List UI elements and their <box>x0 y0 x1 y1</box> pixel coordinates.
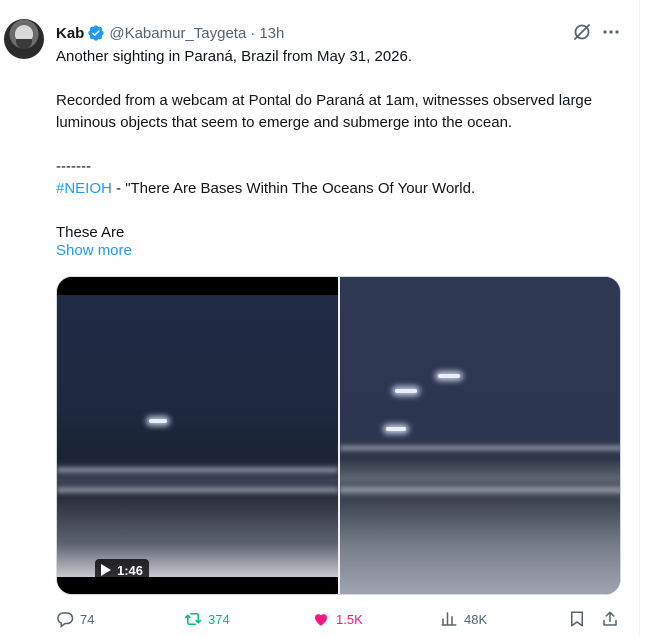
repost-icon <box>184 613 202 625</box>
like-button[interactable]: 1.5K <box>312 608 363 630</box>
post-time[interactable]: 13h <box>259 25 284 42</box>
light-streak <box>395 389 417 393</box>
video-duration-badge[interactable]: 1:46 <box>95 559 150 581</box>
video-frame-left: 1:46 <box>57 277 338 594</box>
like-icon <box>315 614 327 626</box>
wave-line <box>340 445 620 451</box>
post-card[interactable]: Kab @Kabamur_Taygeta · 13h Another sight… <box>0 0 640 636</box>
action-bar: 74 374 1.5K 48K <box>56 608 626 632</box>
avatar[interactable] <box>4 19 44 59</box>
video-duration: 1:46 <box>117 562 144 578</box>
like-count: 1.5K <box>336 611 363 627</box>
wave-line <box>57 467 338 473</box>
light-streak <box>149 419 167 423</box>
wave-line <box>340 487 620 493</box>
light-streak <box>438 374 460 378</box>
avatar-beard <box>16 39 32 49</box>
author-name[interactable]: Kab <box>56 25 84 42</box>
ocean-night-scene-left <box>57 295 338 577</box>
post-line-3: ------- <box>56 158 91 175</box>
post-line-4: #NEIOH - "There Are Bases Within The Oce… <box>56 178 626 200</box>
grok-icon[interactable] <box>572 22 592 42</box>
reply-count: 74 <box>80 611 95 627</box>
repost-button[interactable]: 374 <box>184 608 230 630</box>
reply-button[interactable]: 74 <box>56 608 94 630</box>
post-header: Kab @Kabamur_Taygeta · 13h <box>56 22 284 44</box>
views-icon <box>441 612 457 626</box>
light-streak <box>386 427 406 431</box>
views-count: 48K <box>464 611 488 627</box>
verified-badge-icon <box>87 24 105 42</box>
show-more-link[interactable]: Show more <box>56 242 132 259</box>
video-frame-right <box>340 277 620 594</box>
views-button[interactable]: 48K <box>440 608 487 630</box>
author-handle[interactable]: @Kabamur_Taygeta <box>109 25 246 42</box>
post-text: Another sighting in Paraná, Brazil from … <box>56 46 626 244</box>
reply-icon <box>57 612 74 628</box>
play-icon <box>101 564 111 576</box>
video-media[interactable]: 1:46 <box>56 276 621 595</box>
post-line-1: Another sighting in Paraná, Brazil from … <box>56 48 413 65</box>
header-separator: · <box>250 24 256 42</box>
post-line-2: Recorded from a webcam at Pontal do Para… <box>56 92 593 131</box>
bookmark-icon[interactable] <box>568 610 586 628</box>
hashtag-link[interactable]: #NEIOH <box>56 180 112 197</box>
post-line-4-rest: - "There Are Bases Within The Oceans Of … <box>111 180 476 197</box>
more-icon[interactable] <box>601 22 621 42</box>
wave-line <box>57 487 338 493</box>
post-line-5: These Are <box>56 224 125 241</box>
repost-count: 374 <box>208 611 230 627</box>
share-icon[interactable] <box>601 610 619 628</box>
